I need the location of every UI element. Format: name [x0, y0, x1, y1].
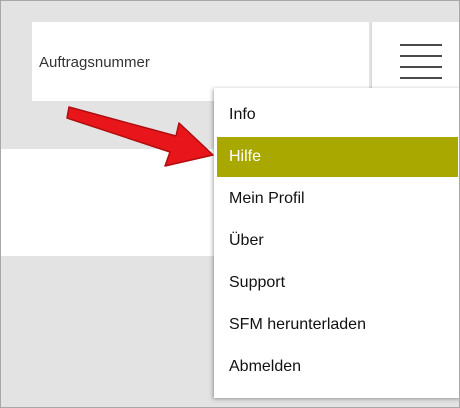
menu-item-info[interactable]: Info — [217, 95, 458, 135]
menu-item-label: Mein Profil — [229, 190, 305, 207]
menu-item-hilfe[interactable]: Hilfe — [217, 137, 458, 177]
menu-item-label: Hilfe — [229, 148, 262, 165]
menu-item-label: Abmelden — [229, 358, 302, 375]
menu-item-label: Info — [229, 106, 256, 123]
menu-item-mein-profil[interactable]: Mein Profil — [217, 179, 458, 219]
order-number-label: Auftragsnummer — [39, 54, 150, 71]
menu-item-ueber[interactable]: Über — [217, 221, 458, 261]
menu-item-abmelden[interactable]: Abmelden — [217, 347, 458, 387]
menu-item-support[interactable]: Support — [217, 263, 458, 303]
app-frame: Auftragsnummer Info Hilfe Mein Profil Üb… — [0, 0, 460, 408]
red-arrow-annotation — [66, 106, 214, 167]
menu-item-sfm-herunterladen[interactable]: SFM herunterladen — [217, 305, 458, 345]
menu-item-label: Support — [229, 274, 286, 291]
menu-item-label: Über — [229, 232, 264, 249]
dropdown-menu: Info Hilfe Mein Profil Über Support SFM … — [214, 88, 459, 398]
menu-item-label: SFM herunterladen — [229, 316, 366, 333]
